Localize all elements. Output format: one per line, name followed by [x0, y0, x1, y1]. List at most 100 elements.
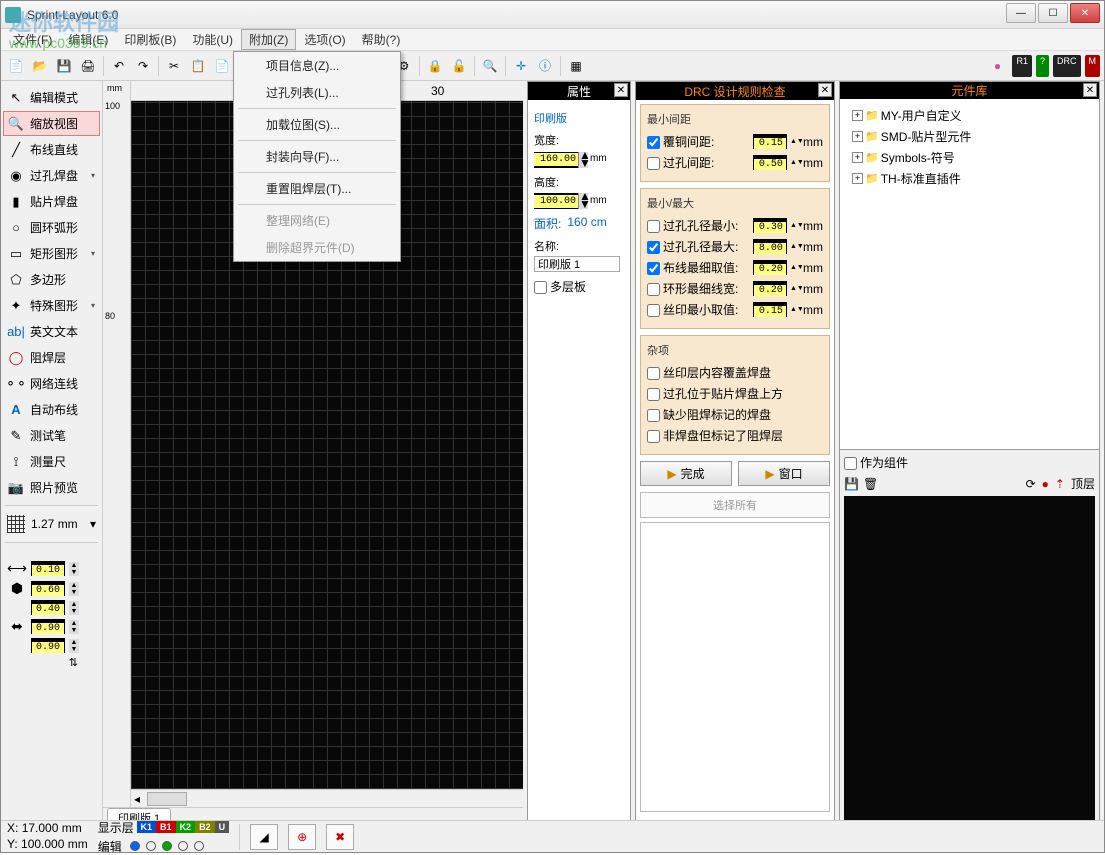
- close-icon[interactable]: ✕: [1083, 83, 1097, 97]
- drc-ring-min[interactable]: 环形最细线宽:: [647, 280, 753, 297]
- close-icon[interactable]: ✕: [614, 83, 628, 97]
- comp-layer[interactable]: 顶层: [1071, 475, 1095, 492]
- tb-crosshair[interactable]: ✛: [510, 55, 532, 77]
- tb-info[interactable]: ⓘ: [534, 55, 556, 77]
- tb-open[interactable]: 📂: [29, 55, 51, 77]
- tool-poly[interactable]: ⬠多边形: [3, 267, 100, 292]
- tb-unlock[interactable]: 🔓: [448, 55, 470, 77]
- sb-target[interactable]: ⊕: [288, 824, 316, 850]
- dd-load-bitmap[interactable]: 加载位图(S)...: [234, 111, 400, 138]
- tb-copy[interactable]: 📋: [187, 55, 209, 77]
- tb-cut[interactable]: ✂: [163, 55, 185, 77]
- tb-redo[interactable]: ↷: [132, 55, 154, 77]
- comp-up[interactable]: ⇡: [1055, 477, 1065, 491]
- tb-zoom[interactable]: 🔍: [479, 55, 501, 77]
- layer-b1[interactable]: B1: [156, 821, 176, 833]
- lib-smd[interactable]: +📁SMD-贴片型元件: [846, 126, 1093, 147]
- dd-via-list[interactable]: 过孔列表(L)...: [234, 79, 400, 106]
- dot-b1[interactable]: [146, 841, 156, 851]
- comp-refresh[interactable]: ⟳: [1026, 477, 1036, 491]
- drc-done-button[interactable]: ▶完成: [640, 461, 732, 486]
- menu-help[interactable]: 帮助(?): [354, 29, 409, 50]
- tb-new[interactable]: 📄: [5, 55, 27, 77]
- tb-pattern[interactable]: ▦: [565, 55, 587, 77]
- component-canvas[interactable]: 拖放: [844, 496, 1095, 838]
- param-pad-outer[interactable]: ⬢ 0.60▲▼: [7, 580, 96, 597]
- tool-net[interactable]: ⚬⚬网络连线: [3, 371, 100, 396]
- drc-select-all[interactable]: 选择所有: [640, 492, 830, 518]
- drc-drill-max[interactable]: 过孔孔径最大:: [647, 238, 753, 255]
- tool-edit[interactable]: ↖编辑模式: [3, 85, 100, 110]
- tool-test[interactable]: ✎测试笔: [3, 423, 100, 448]
- drc-silk-min[interactable]: 丝印最小取值:: [647, 301, 753, 318]
- tool-auto[interactable]: A自动布线: [3, 397, 100, 422]
- dot-k1[interactable]: [130, 841, 140, 851]
- tb-paste[interactable]: 📄: [211, 55, 233, 77]
- drc-drill-min[interactable]: 过孔孔径最小:: [647, 217, 753, 234]
- sb-cross[interactable]: ✖: [326, 824, 354, 850]
- drc-via[interactable]: 过孔间距:: [647, 154, 753, 171]
- param-pad-inner[interactable]: 0.40▲▼: [7, 600, 96, 615]
- tb-help[interactable]: ?: [1036, 55, 1049, 77]
- comp-rec[interactable]: ●: [1042, 477, 1049, 491]
- menu-file[interactable]: 文件(F): [5, 29, 60, 50]
- dd-reset-mask[interactable]: 重置阻焊层(T)...: [234, 175, 400, 202]
- tool-special[interactable]: ✦特殊图形▾: [3, 293, 100, 318]
- comp-del[interactable]: 🗑: [863, 477, 878, 491]
- param-smd-h[interactable]: 0.90▲▼: [7, 638, 96, 653]
- tool-photo[interactable]: 📷照片预览: [3, 475, 100, 500]
- drc-copper[interactable]: 覆铜间距:: [647, 133, 753, 150]
- drc-window-button[interactable]: ▶窗口: [738, 461, 830, 486]
- sb-solder[interactable]: ◢: [250, 824, 278, 850]
- layer-k1[interactable]: K1: [137, 821, 157, 833]
- drc-results[interactable]: [640, 522, 830, 812]
- tb-undo[interactable]: ↶: [108, 55, 130, 77]
- tool-smd[interactable]: ▮贴片焊盘: [3, 189, 100, 214]
- menu-board[interactable]: 印刷板(B): [116, 29, 184, 50]
- drc-m3[interactable]: 缺少阻焊标记的焊盘: [647, 406, 823, 423]
- drc-track-min[interactable]: 布线最细取值:: [647, 259, 753, 276]
- drc-m2[interactable]: 过孔位于贴片焊盘上方: [647, 385, 823, 402]
- layer-u[interactable]: U: [215, 821, 230, 833]
- lib-th[interactable]: +📁TH-标准直插件: [846, 168, 1093, 189]
- comp-save[interactable]: 💾: [844, 477, 859, 491]
- minimize-button[interactable]: —: [1006, 3, 1036, 23]
- height-input[interactable]: ▲▼: [534, 193, 588, 209]
- drc-m4[interactable]: 非焊盘但标记了阻焊层: [647, 427, 823, 444]
- dot-u[interactable]: [194, 841, 204, 851]
- menu-options[interactable]: 选项(O): [296, 29, 353, 50]
- menu-func[interactable]: 功能(U): [184, 29, 241, 50]
- drc-m1[interactable]: 丝印层内容覆盖焊盘: [647, 364, 823, 381]
- tb-save[interactable]: 💾: [53, 55, 75, 77]
- dd-project-info[interactable]: 项目信息(Z)...: [234, 52, 400, 79]
- tool-zoom[interactable]: 🔍缩放视图: [3, 111, 100, 136]
- menu-edit[interactable]: 编辑(E): [60, 29, 116, 50]
- lib-my[interactable]: +📁MY-用户自定义: [846, 105, 1093, 126]
- close-icon[interactable]: ✕: [818, 83, 832, 97]
- tb-lock[interactable]: 🔒: [424, 55, 446, 77]
- tb-print[interactable]: 🖨: [77, 55, 99, 77]
- maximize-button[interactable]: ☐: [1038, 3, 1068, 23]
- name-input[interactable]: [534, 256, 620, 272]
- swap-icon[interactable]: ⇅: [7, 656, 96, 669]
- grid-setting[interactable]: 1.27 mm▾: [3, 511, 100, 537]
- tool-mask[interactable]: ◯阻焊层: [3, 345, 100, 370]
- tool-text[interactable]: ab|英文文本: [3, 319, 100, 344]
- dot-k2[interactable]: [162, 841, 172, 851]
- tb-record[interactable]: ●: [986, 55, 1008, 77]
- tool-via[interactable]: ◉过孔焊盘▾: [3, 163, 100, 188]
- layer-k2[interactable]: K2: [176, 821, 196, 833]
- multilayer-check[interactable]: 多层板: [534, 280, 586, 294]
- layer-b2[interactable]: B2: [195, 821, 215, 833]
- menu-extra[interactable]: 附加(Z): [241, 29, 296, 50]
- width-input[interactable]: ▲▼: [534, 152, 588, 168]
- dd-package-wizard[interactable]: 封装向导(F)...: [234, 143, 400, 170]
- tb-r1[interactable]: R1: [1012, 55, 1032, 77]
- tb-drc[interactable]: DRC: [1053, 55, 1081, 77]
- tool-measure[interactable]: ⟟测量尺: [3, 449, 100, 474]
- as-group-check[interactable]: 作为组件: [844, 454, 908, 471]
- tool-trace[interactable]: ╱布线直线: [3, 137, 100, 162]
- tool-rect[interactable]: ▭矩形图形▾: [3, 241, 100, 266]
- dot-b2[interactable]: [178, 841, 188, 851]
- param-smd-w[interactable]: ⬌ 0.90▲▼: [7, 618, 96, 635]
